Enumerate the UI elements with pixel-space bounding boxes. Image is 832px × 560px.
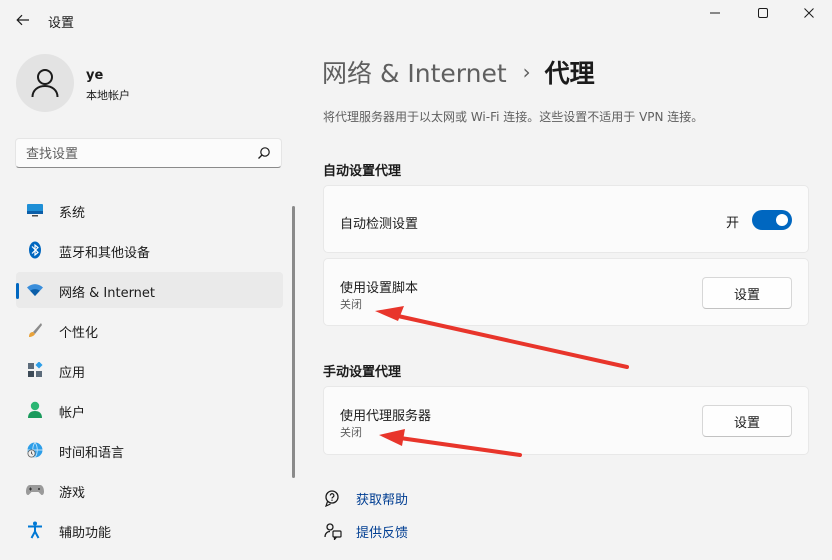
avatar[interactable] [16,54,74,112]
toggle-knob [776,214,788,226]
proxy-server-status: 关闭 [340,426,362,439]
feedback-icon [323,521,343,541]
sidebar-scrollbar[interactable] [292,206,295,478]
toggle-state-text: 开 [726,216,740,231]
bluetooth-icon [26,241,44,259]
minimize-button[interactable] [692,0,738,26]
breadcrumb-parent[interactable]: 网络 & Internet [322,54,507,90]
manual-proxy-section-title: 手动设置代理 [323,365,402,380]
sidebar-item-bluetooth[interactable]: 蓝牙和其他设备 [16,232,283,268]
search-box[interactable] [15,138,282,168]
active-indicator [16,283,19,299]
apps-icon [26,361,44,379]
sidebar-item-label: 应用 [59,366,86,381]
user-name: ye [86,68,104,83]
feedback-link[interactable]: 提供反馈 [323,520,408,542]
page-description: 将代理服务器用于以太网或 Wi-Fi 连接。这些设置不适用于 VPN 连接。 [323,110,704,124]
accessibility-icon [26,521,44,539]
proxy-server-card: 使用代理服务器 关闭 设置 [323,386,809,455]
page-title: 代理 [544,59,595,88]
sidebar-item-label: 系统 [59,206,86,221]
system-icon [26,201,44,219]
proxy-server-button[interactable]: 设置 [702,405,792,437]
back-arrow-icon [16,14,29,26]
sidebar-item-label: 网络 & Internet [59,286,156,301]
feedback-label[interactable]: 提供反馈 [356,522,408,541]
chevron-right-icon: › [522,60,531,84]
app-title: 设置 [48,16,75,31]
back-button[interactable] [10,8,36,32]
brush-icon [26,321,44,339]
sidebar-item-network[interactable]: 网络 & Internet [16,272,283,308]
auto-detect-card: 自动检测设置 开 [323,185,809,253]
close-button[interactable] [786,0,832,26]
wifi-icon [26,281,44,299]
sidebar-item-accounts[interactable]: 帐户 [16,392,283,428]
auto-detect-toggle[interactable] [752,210,792,230]
account-icon [26,401,44,419]
sidebar-item-label: 帐户 [59,406,86,421]
sidebar-item-gaming[interactable]: 游戏 [16,472,283,508]
maximize-icon [758,8,768,18]
account-type: 本地帐户 [86,89,130,102]
setup-script-button[interactable]: 设置 [702,277,792,309]
get-help-link[interactable]: 获取帮助 [323,487,408,509]
get-help-label[interactable]: 获取帮助 [356,489,408,508]
minimize-icon [710,12,720,14]
sidebar-item-accessibility[interactable]: 辅助功能 [16,512,283,548]
breadcrumb: 网络 & Internet › 代理 [322,54,595,90]
auto-detect-label: 自动检测设置 [340,217,419,232]
sidebar-item-apps[interactable]: 应用 [16,352,283,388]
setup-script-status: 关闭 [340,298,362,311]
help-icon [323,488,343,508]
gaming-icon [26,481,44,499]
auto-proxy-section-title: 自动设置代理 [323,164,402,179]
sidebar-item-label: 辅助功能 [59,526,112,541]
sidebar-item-system[interactable]: 系统 [16,192,283,228]
sidebar-item-label: 时间和语言 [59,446,125,461]
close-icon [804,8,814,18]
title-bar: 设置 [0,0,832,40]
user-icon [31,69,59,98]
setup-script-label: 使用设置脚本 [340,281,419,296]
maximize-button[interactable] [740,0,786,26]
search-icon[interactable] [257,146,271,160]
sidebar-item-label: 蓝牙和其他设备 [59,246,151,261]
setup-script-card: 使用设置脚本 关闭 设置 [323,258,809,326]
proxy-server-label: 使用代理服务器 [340,409,432,424]
sidebar-item-time-language[interactable]: 时间和语言 [16,432,283,468]
sidebar-item-personalization[interactable]: 个性化 [16,312,283,348]
time-language-icon [26,441,44,459]
sidebar-item-label: 游戏 [59,486,86,501]
search-input[interactable] [26,145,246,163]
sidebar-item-label: 个性化 [59,326,99,341]
